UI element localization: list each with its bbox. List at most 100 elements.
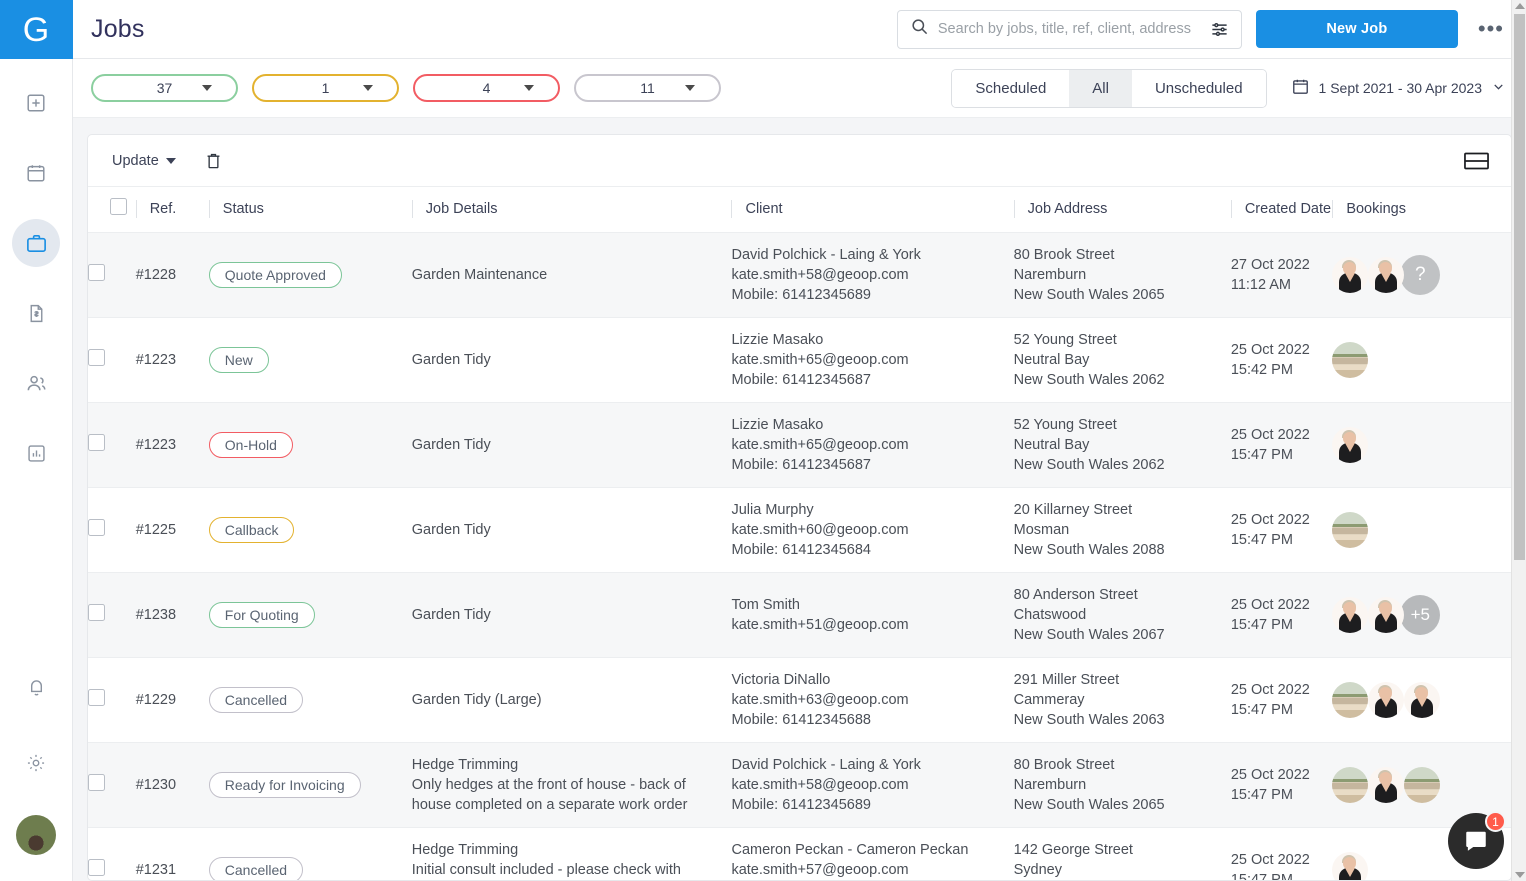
- row-checkbox-cell: [88, 233, 136, 318]
- th-ref[interactable]: Ref.: [135, 187, 209, 233]
- cell-job-details: Garden Tidy: [412, 403, 732, 488]
- filter-chip-green[interactable]: 37: [91, 74, 238, 102]
- chat-widget-button[interactable]: 1: [1448, 811, 1506, 869]
- created-time: 15:42 PM: [1230, 362, 1293, 378]
- status-badge[interactable]: Ready for Invoicing: [208, 772, 361, 798]
- tab-scheduled[interactable]: Scheduled: [952, 69, 1070, 107]
- app-logo[interactable]: G: [0, 0, 73, 59]
- table-row[interactable]: #1223 On-Hold Garden Tidy Lizzie Masako kate…: [88, 402, 1511, 488]
- cell-job-address: 52 Young Street Neutral Bay New South Wale…: [1014, 318, 1231, 403]
- booking-avatar[interactable]: [1332, 682, 1369, 718]
- row-checkbox[interactable]: [88, 263, 105, 281]
- row-checkbox-cell: [88, 828, 136, 881]
- booking-avatar[interactable]: [1332, 427, 1369, 463]
- sidebar-item-reports[interactable]: [12, 429, 60, 477]
- address-line-1: 291 Miller Street: [1013, 672, 1120, 688]
- th-job-details[interactable]: Job Details: [411, 187, 732, 233]
- th-status[interactable]: Status: [208, 187, 412, 233]
- booking-avatar[interactable]: [1404, 767, 1441, 803]
- search-input[interactable]: [928, 21, 1210, 37]
- client-name: Julia Murphy: [731, 502, 814, 518]
- bookings-avatars: [1332, 427, 1501, 463]
- sidebar-item-notifications[interactable]: [12, 663, 60, 711]
- client-name: Tom Smith: [731, 597, 800, 613]
- table-row[interactable]: #1238 For Quoting Garden Tidy Tom Smith kate…: [88, 572, 1511, 658]
- delete-button[interactable]: [204, 150, 223, 171]
- th-client[interactable]: Client: [731, 187, 1014, 233]
- layout-toggle-button[interactable]: [1464, 152, 1489, 170]
- filter-chip-yellow[interactable]: 1: [252, 74, 399, 102]
- row-checkbox[interactable]: [88, 433, 105, 451]
- status-badge[interactable]: New: [208, 347, 269, 373]
- sidebar-item-clients[interactable]: [12, 359, 60, 407]
- jobs-card: Update Ref. Status Job Details Client Jo…: [87, 134, 1512, 881]
- table-row[interactable]: #1230 Ready for Invoicing Hedge Trimming On…: [88, 742, 1511, 828]
- page-scrollbar[interactable]: [1511, 0, 1526, 881]
- bookings-avatars: [1332, 342, 1501, 378]
- scroll-up-icon[interactable]: [1515, 3, 1525, 9]
- th-bookings[interactable]: Bookings: [1332, 187, 1511, 233]
- filter-chip-grey[interactable]: 11: [574, 74, 721, 102]
- status-badge[interactable]: For Quoting: [208, 602, 315, 628]
- date-range-picker[interactable]: 1 Sept 2021 - 30 Apr 2023: [1291, 77, 1506, 99]
- search-filter-icon[interactable]: [1210, 20, 1229, 39]
- job-details-title: Garden Tidy: [411, 607, 491, 623]
- sidebar-item-invoices[interactable]: [12, 289, 60, 337]
- scrollbar-thumb[interactable]: [1514, 14, 1525, 560]
- tab-unscheduled[interactable]: Unscheduled: [1131, 69, 1266, 107]
- table-row[interactable]: #1229 Cancelled Garden Tidy (Large) Victori…: [88, 658, 1511, 743]
- new-job-button[interactable]: New Job: [1255, 10, 1458, 48]
- booking-overflow-badge[interactable]: +5: [1400, 595, 1441, 635]
- cell-ref: #1223: [135, 437, 177, 453]
- chevron-down-icon: [685, 85, 695, 91]
- cell-created-date: 25 Oct 2022 15:47 PM: [1231, 403, 1332, 488]
- th-job-address[interactable]: Job Address: [1013, 187, 1231, 233]
- chat-unread-badge: 1: [1485, 811, 1506, 832]
- sidebar-item-settings[interactable]: [12, 739, 60, 787]
- booking-avatar[interactable]: [1368, 767, 1405, 803]
- sidebar-item-add[interactable]: [12, 79, 60, 127]
- search-box[interactable]: [896, 9, 1242, 49]
- row-checkbox[interactable]: [88, 858, 105, 876]
- booking-overflow-badge[interactable]: ?: [1400, 255, 1441, 295]
- row-checkbox[interactable]: [88, 688, 105, 706]
- table-row[interactable]: #1231 Cancelled Hedge Trimming Initial cons…: [88, 828, 1511, 881]
- sidebar-item-jobs[interactable]: [12, 219, 60, 267]
- status-badge[interactable]: On-Hold: [208, 432, 293, 458]
- sidebar-item-calendar[interactable]: [12, 149, 60, 197]
- booking-avatar[interactable]: [1332, 767, 1369, 803]
- booking-avatar[interactable]: [1368, 682, 1405, 718]
- status-badge[interactable]: Callback: [208, 517, 295, 543]
- created-time: 15:47 PM: [1230, 787, 1293, 803]
- row-checkbox[interactable]: [88, 773, 105, 791]
- th-created-date[interactable]: Created Date: [1230, 187, 1333, 233]
- booking-avatar[interactable]: [1332, 597, 1369, 633]
- status-badge[interactable]: Cancelled: [208, 687, 304, 713]
- filter-chip-red-count: 4: [482, 80, 491, 96]
- tab-all[interactable]: All: [1069, 69, 1132, 107]
- booking-avatar[interactable]: [1368, 597, 1405, 633]
- booking-avatar[interactable]: [1404, 682, 1441, 718]
- scroll-down-icon[interactable]: [1515, 872, 1525, 878]
- select-all-checkbox[interactable]: [110, 198, 127, 215]
- jobs-table-wrapper[interactable]: Ref. Status Job Details Client Job Addre…: [88, 187, 1511, 880]
- table-row[interactable]: #1228 Quote Approved Garden Maintenance Dav…: [88, 232, 1511, 318]
- more-options-icon[interactable]: •••: [1472, 18, 1510, 40]
- chevron-down-icon: [202, 85, 212, 91]
- row-checkbox[interactable]: [88, 518, 105, 536]
- status-badge[interactable]: Cancelled: [208, 857, 304, 880]
- row-checkbox[interactable]: [88, 348, 105, 366]
- status-badge[interactable]: Quote Approved: [208, 262, 342, 288]
- user-avatar[interactable]: [16, 815, 56, 855]
- update-dropdown[interactable]: Update: [112, 153, 176, 169]
- filter-chip-red[interactable]: 4: [413, 74, 560, 102]
- booking-avatar[interactable]: [1332, 512, 1369, 548]
- row-checkbox[interactable]: [88, 603, 105, 621]
- booking-avatar[interactable]: [1368, 257, 1405, 293]
- client-name: Lizzie Masako: [731, 332, 824, 348]
- booking-avatar[interactable]: [1332, 342, 1369, 378]
- table-row[interactable]: #1225 Callback Garden Tidy Julia Murphy kate…: [88, 488, 1511, 573]
- booking-avatar[interactable]: [1332, 852, 1369, 880]
- table-row[interactable]: #1223 New Garden Tidy Lizzie Masako kate.smi…: [88, 318, 1511, 403]
- booking-avatar[interactable]: [1332, 257, 1369, 293]
